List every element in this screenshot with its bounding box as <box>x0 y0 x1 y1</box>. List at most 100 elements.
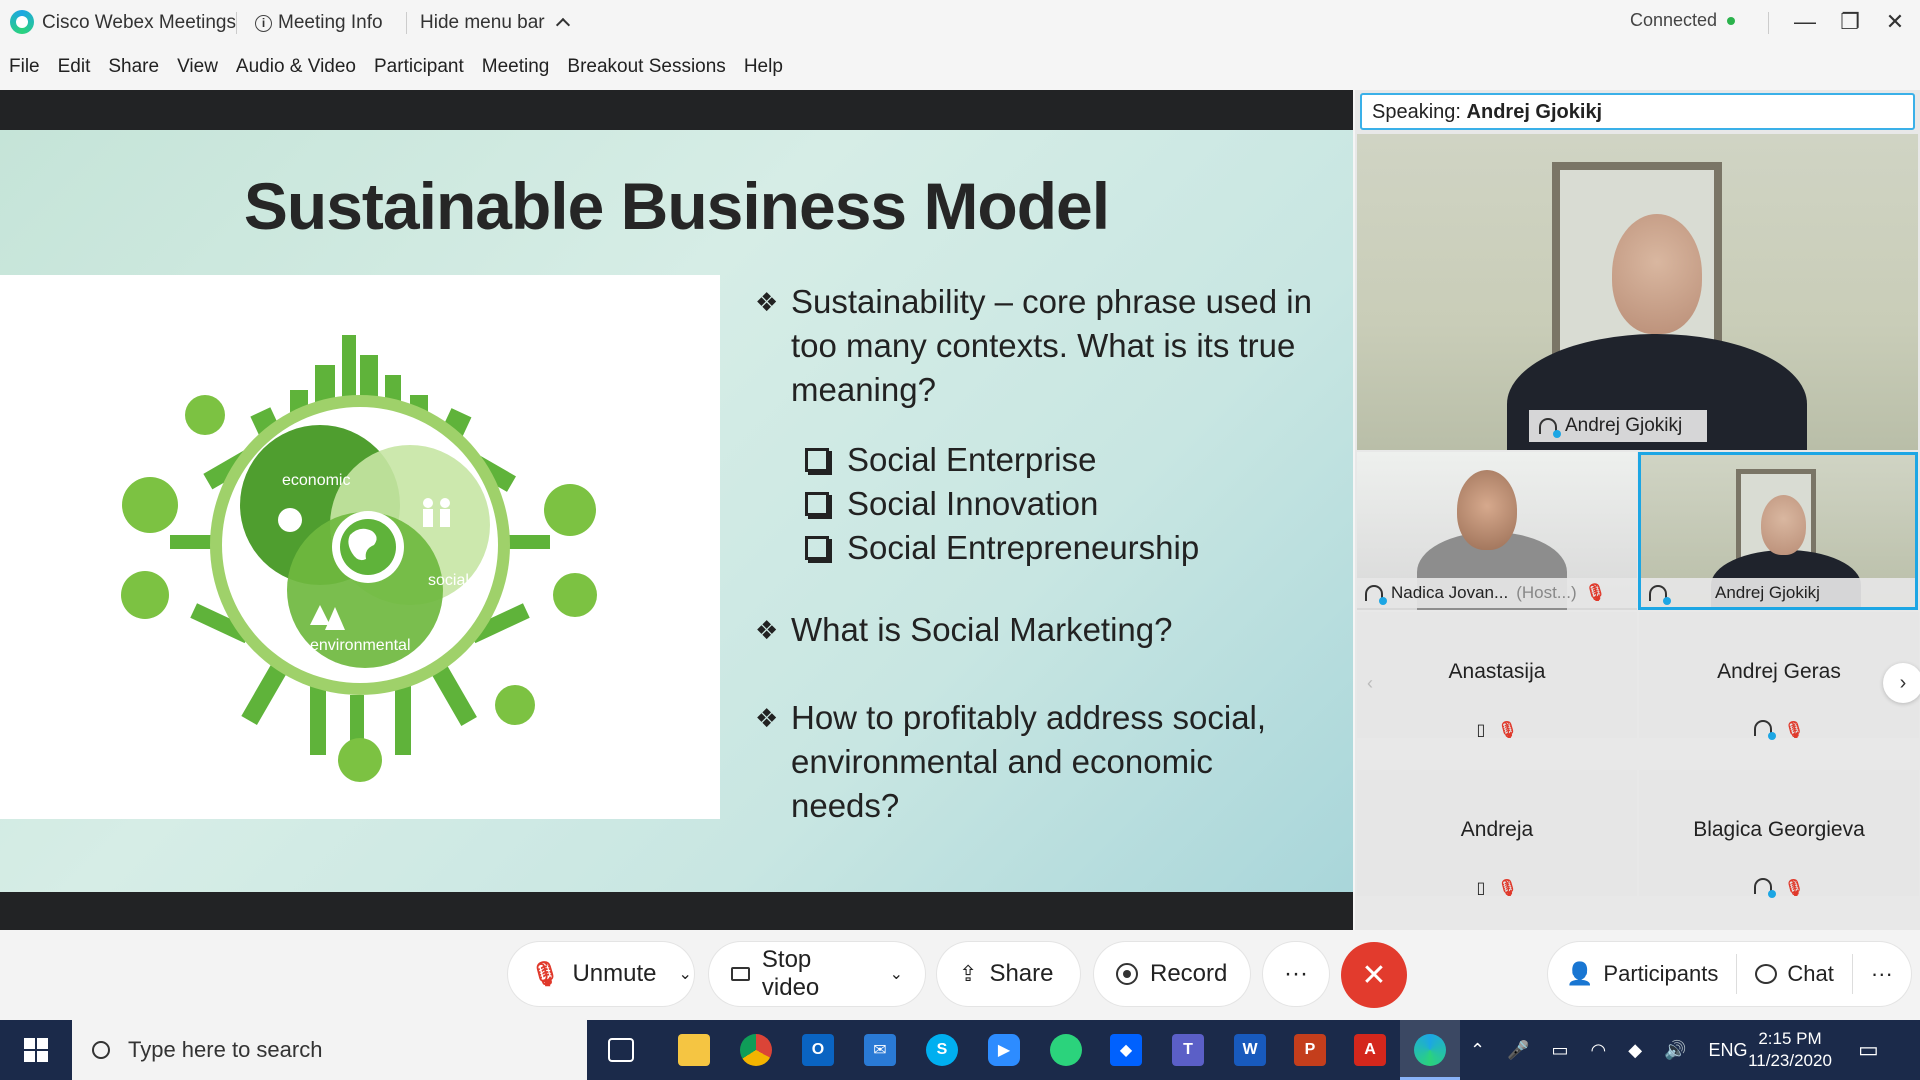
mail-icon[interactable]: ✉ <box>864 1034 896 1066</box>
participant-head <box>1457 470 1517 550</box>
battery-icon[interactable]: ▭ <box>1552 1040 1569 1061</box>
next-page-arrow-icon[interactable]: › <box>1883 663 1920 703</box>
checkbox-bullet-icon <box>805 492 829 516</box>
mic-muted-icon: 🎙 <box>530 960 561 988</box>
chat-label: Chat <box>1787 961 1834 986</box>
participant-tile[interactable]: Andreja ▯ 🎙 <box>1357 770 1637 897</box>
unmute-button[interactable]: 🎙 Unmute ⌄ <box>508 942 694 1006</box>
chevron-down-icon[interactable]: ⌄ <box>679 964 692 984</box>
stop-video-button[interactable]: Stop video ⌄ <box>709 942 925 1006</box>
dropbox-icon[interactable]: ◆ <box>1110 1034 1142 1066</box>
participant-thumbnail-selected[interactable]: Andrej Gjokikj <box>1638 452 1918 610</box>
active-speaker-name: Andrej Gjokikj <box>1565 415 1683 436</box>
powerpoint-icon[interactable]: P <box>1294 1034 1326 1066</box>
search-icon <box>92 1041 110 1059</box>
record-button[interactable]: Record <box>1094 942 1250 1006</box>
notifications-icon[interactable]: ▭ <box>1858 1020 1879 1080</box>
previous-page-arrow-icon[interactable]: ‹ <box>1367 673 1373 694</box>
system-tray: ⌃ 🎤 ▭ ◠ ◆ 🔊 ENG <box>1470 1020 1748 1080</box>
file-explorer-icon[interactable] <box>678 1034 710 1066</box>
minimize-button[interactable]: — <box>1785 4 1825 40</box>
menu-help[interactable]: Help <box>735 52 792 84</box>
meeting-info-button[interactable]: i Meeting Info <box>255 12 383 34</box>
word-icon[interactable]: W <box>1234 1034 1266 1066</box>
active-speaker-video[interactable]: Andrej Gjokikj <box>1357 134 1918 450</box>
webex-teams-icon[interactable] <box>1050 1034 1082 1066</box>
restore-button[interactable]: ❐ <box>1830 4 1870 40</box>
headset-icon <box>1753 720 1776 740</box>
video-panel: Speaking: Andrej Gjokikj Andrej Gjokikj … <box>1355 90 1920 930</box>
chat-button[interactable]: Chat <box>1737 942 1851 1006</box>
end-meeting-button[interactable]: ✕ <box>1341 942 1407 1008</box>
menu-meeting[interactable]: Meeting <box>473 52 559 84</box>
headset-icon <box>1365 585 1387 605</box>
thumbnail-name: Nadica Jovan... <box>1391 583 1509 602</box>
thumbnail-name: Andrej Gjokikj <box>1715 583 1820 602</box>
microphone-icon[interactable]: 🎤 <box>1507 1040 1529 1061</box>
teams-icon[interactable]: T <box>1172 1034 1204 1066</box>
chevron-up-icon[interactable]: ⌃ <box>1470 1040 1485 1061</box>
mic-muted-icon: 🎙 <box>1497 722 1518 739</box>
taskbar-search[interactable]: Type here to search <box>72 1020 587 1080</box>
headset-icon <box>1753 878 1776 898</box>
participant-tile[interactable]: Andrej Geras 🎙 <box>1639 612 1919 740</box>
mic-muted-icon: 🎙 <box>1497 880 1518 897</box>
diamond-bullet-icon: ❖ <box>755 615 779 645</box>
menu-edit[interactable]: Edit <box>49 52 100 84</box>
participant-name: Andreja <box>1460 818 1534 841</box>
hide-menu-bar-button[interactable]: Hide menu bar <box>420 12 570 34</box>
more-options-button[interactable]: ··· <box>1263 942 1329 1006</box>
speaking-name: Andrej Gjokikj <box>1466 101 1603 123</box>
acrobat-icon[interactable]: A <box>1354 1034 1386 1066</box>
webex-meetings-icon[interactable] <box>1414 1034 1446 1066</box>
menu-view[interactable]: View <box>168 52 227 84</box>
menu-audio-video[interactable]: Audio & Video <box>227 52 365 84</box>
zoom-icon[interactable]: ▶ <box>988 1034 1020 1066</box>
diamond-bullet-icon: ❖ <box>755 703 779 733</box>
headset-icon <box>1539 418 1561 438</box>
globe-illustration: economic social environmental <box>121 335 597 782</box>
outlook-icon[interactable]: O <box>802 1034 834 1066</box>
participants-button[interactable]: 👤 Participants <box>1548 942 1736 1006</box>
menu-share[interactable]: Share <box>99 52 168 84</box>
task-view-icon[interactable] <box>608 1038 634 1062</box>
clock-date: 11/23/2020 <box>1748 1051 1832 1070</box>
slide-title: Sustainable Business Model <box>243 169 1110 243</box>
chrome-icon[interactable] <box>740 1034 772 1066</box>
bullet-text: How to profitably address social, enviro… <box>791 699 1267 824</box>
presentation-slide: Sustainable Business Model economic soci… <box>0 130 1353 892</box>
info-icon: i <box>255 14 272 32</box>
sub-bullet-text: Social Innovation <box>847 485 1099 522</box>
close-button[interactable]: ✕ <box>1875 4 1915 40</box>
participant-tile[interactable]: Anastasija ▯ 🎙 <box>1357 612 1637 739</box>
volume-icon[interactable]: 🔊 <box>1664 1040 1686 1061</box>
wifi-icon[interactable]: ◠ <box>1591 1040 1607 1061</box>
speaking-label: Speaking: <box>1372 101 1461 123</box>
diamond-bullet-icon: ❖ <box>755 287 779 317</box>
record-icon <box>1116 963 1138 985</box>
taskbar-clock[interactable]: 2:15 PM 11/23/2020 <box>1735 1028 1845 1072</box>
start-button[interactable] <box>0 1020 72 1080</box>
headset-icon <box>1649 585 1671 605</box>
menu-file[interactable]: File <box>0 52 49 84</box>
menu-participant[interactable]: Participant <box>365 52 473 84</box>
more-panels-button[interactable]: ··· <box>1853 942 1911 1006</box>
dropbox-tray-icon[interactable]: ◆ <box>1628 1040 1642 1061</box>
participant-name: Blagica Georgieva <box>1693 818 1865 841</box>
participant-thumbnail[interactable]: Nadica Jovan... (Host...) 🎙 <box>1357 452 1637 610</box>
skype-icon[interactable]: S <box>926 1034 958 1066</box>
chevron-down-icon[interactable]: ⌄ <box>890 964 903 984</box>
sub-bullet-item: Social Innovation <box>805 482 1315 526</box>
sub-bullet-text: Social Entrepreneurship <box>847 529 1200 566</box>
share-button[interactable]: ⇪ Share <box>937 942 1080 1006</box>
participant-tile[interactable]: Blagica Georgieva 🎙 <box>1639 770 1919 898</box>
menu-breakout-sessions[interactable]: Breakout Sessions <box>558 52 734 84</box>
active-speaker-name-tag: Andrej Gjokikj <box>1529 410 1707 442</box>
panel-controls: 👤 Participants Chat ··· <box>1548 942 1911 1006</box>
divider <box>1768 12 1769 34</box>
divider <box>236 12 237 34</box>
sub-bullet-text: Social Enterprise <box>847 441 1097 478</box>
participants-label: Participants <box>1603 961 1719 986</box>
thumbnail-name-tag: Nadica Jovan... (Host...) 🎙 <box>1357 578 1637 608</box>
checkbox-bullet-icon <box>805 536 829 560</box>
